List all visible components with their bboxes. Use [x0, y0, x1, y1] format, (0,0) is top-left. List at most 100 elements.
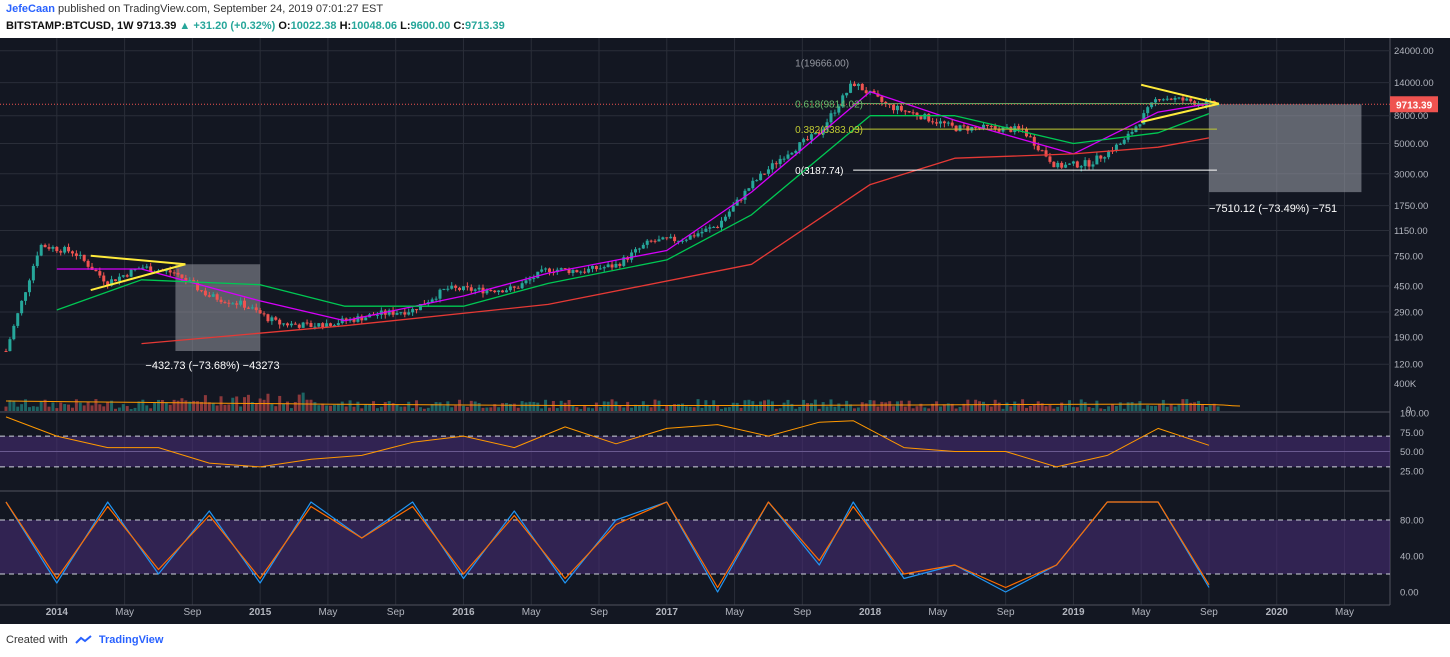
low-value: 9600.00 [410, 20, 451, 32]
fib-level-label: 0(3187.74) [795, 166, 843, 177]
volume-bar [434, 402, 438, 411]
volume-bar [602, 401, 606, 411]
candle-body [465, 286, 469, 288]
volume-bar [614, 401, 618, 411]
volume-bar [180, 398, 184, 411]
candle-body [1091, 164, 1095, 167]
candle-body [1165, 98, 1169, 100]
volume-bar [469, 400, 473, 411]
candle-body [461, 286, 465, 291]
volume-bar [325, 405, 329, 411]
volume-bar [892, 406, 896, 411]
volume-bar [970, 405, 974, 411]
candle-body [571, 270, 575, 273]
volume-bar [160, 400, 164, 411]
candle-body [649, 240, 653, 242]
candle-body [512, 286, 516, 288]
candle-body [630, 252, 634, 260]
candle-body [602, 267, 606, 269]
chart-canvas[interactable]: 24000.00 14000.00 8000.00 5000.00 3000.00 175… [0, 38, 1450, 624]
candle-body [27, 280, 31, 293]
candle-body [473, 289, 477, 291]
symbol-line: BITSTAMP:BTCUSD, 1W 9713.39 ▲ +31.20 (+0… [6, 20, 505, 32]
volume-bar [20, 404, 24, 411]
close-value: 9713.39 [464, 20, 505, 32]
candle-body [1040, 150, 1044, 152]
candle-body [958, 125, 962, 132]
candle-body [559, 268, 563, 270]
volume-bar [1099, 408, 1103, 411]
candle-body [547, 268, 551, 273]
candle-body [696, 233, 700, 237]
volume-bar [579, 408, 583, 411]
volume-bar [94, 399, 98, 411]
candle-body [1185, 98, 1189, 101]
volume-bar [915, 406, 919, 411]
price-tick-label: 8000.00 [1394, 111, 1428, 122]
volume-bar [254, 402, 258, 411]
volume-bar [1052, 408, 1056, 411]
volume-bar [735, 402, 739, 411]
candle-body [211, 294, 215, 297]
candle-body [12, 325, 16, 340]
measure-box [175, 264, 261, 352]
volume-bar [489, 407, 493, 411]
author-link[interactable]: JefeCaan [6, 3, 55, 15]
candle-body [723, 216, 727, 221]
volume-bar [113, 408, 117, 411]
tradingview-logo-icon [75, 635, 92, 644]
volume-bar [301, 392, 305, 411]
volume-bar [1181, 399, 1185, 411]
candle-body [1181, 97, 1185, 101]
candle-body [731, 205, 735, 212]
volume-bar [981, 401, 985, 411]
volume-bar [1122, 408, 1126, 411]
candle-body [778, 158, 782, 165]
candle-body [895, 105, 899, 111]
volume-bar [974, 399, 978, 411]
measure-label: −7510.12 (−73.49%) −751 [1209, 203, 1337, 215]
volume-bar [520, 401, 524, 411]
volume-bar [1005, 402, 1009, 411]
candle-body [1150, 102, 1154, 108]
candle-body [55, 246, 59, 252]
volume-bar [481, 407, 485, 411]
volume-bar [1044, 406, 1048, 411]
candle-body [645, 240, 649, 245]
candle-body [794, 150, 798, 153]
volume-bar [411, 408, 415, 411]
volume-bar [168, 404, 172, 411]
volume-bar [156, 399, 160, 411]
symbol[interactable]: BITSTAMP:BTCUSD, 1W [6, 20, 134, 32]
tradingview-brand[interactable]: TradingView [99, 634, 164, 646]
volume-bar [809, 403, 813, 411]
candle-body [688, 235, 692, 240]
candle-body [845, 92, 849, 96]
volume-bar [12, 401, 16, 411]
volume-bar [16, 406, 20, 411]
candle-body [520, 283, 524, 289]
candle-body [47, 247, 51, 249]
volume-bar [876, 406, 880, 411]
candle-body [504, 290, 508, 293]
volume-bar [59, 402, 63, 411]
volume-bar [1083, 402, 1087, 411]
volume-bar [997, 402, 1001, 411]
candle-body [618, 263, 622, 266]
volume-bar [1071, 407, 1075, 411]
volume-bar [67, 404, 71, 411]
candle-body [446, 288, 450, 290]
volume-bar [477, 403, 481, 411]
candle-body [1169, 98, 1173, 100]
time-tick-label: Sep [1200, 607, 1218, 618]
candle-body [321, 323, 325, 328]
volume-bar [286, 401, 290, 411]
volume-bar [700, 407, 704, 411]
stoch-band [0, 520, 1390, 574]
volume-bar [360, 408, 364, 411]
candle-body [1083, 160, 1087, 167]
volume-bar [899, 400, 903, 411]
candle-body [770, 163, 774, 170]
candle-body [258, 310, 262, 314]
volume-bar [852, 408, 856, 411]
